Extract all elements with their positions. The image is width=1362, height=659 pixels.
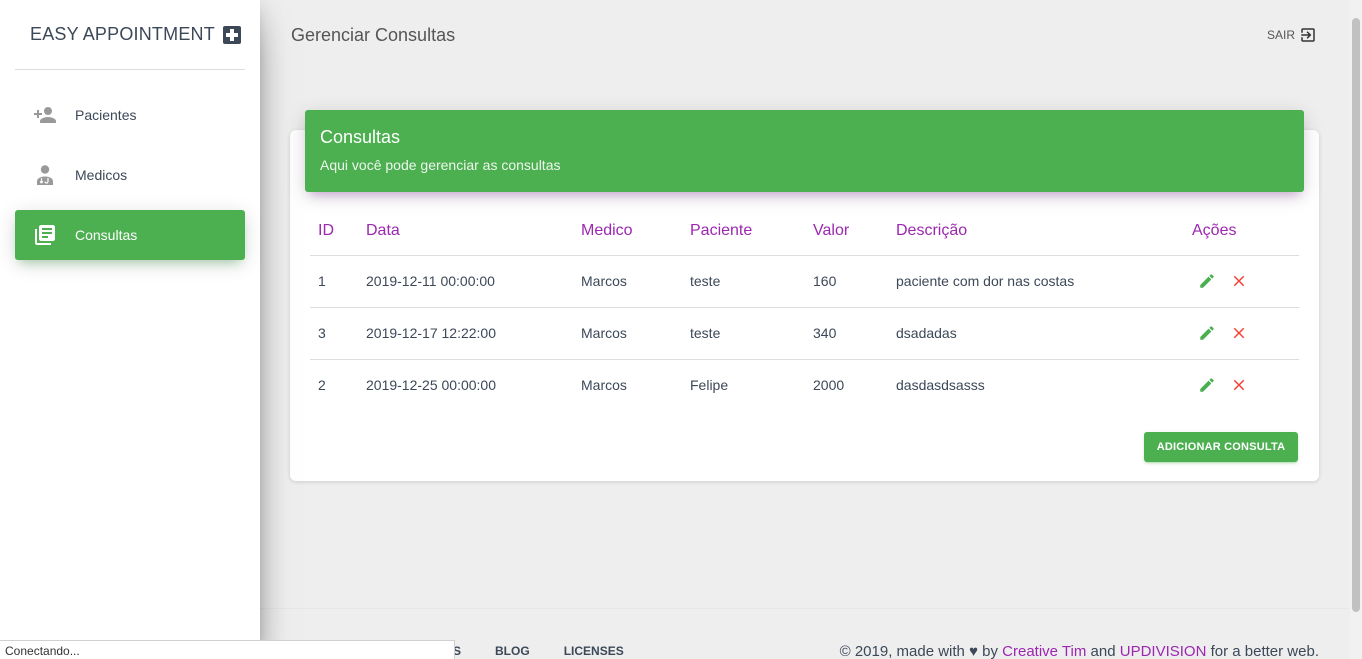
column-header-id: ID bbox=[310, 208, 358, 256]
cell-paciente: Felipe bbox=[690, 377, 729, 394]
cell-data: 2019-12-17 12:22:00 bbox=[358, 307, 573, 360]
copyright-and: and bbox=[1090, 643, 1116, 659]
column-header-medico: Medico bbox=[573, 208, 682, 256]
card-title: Consultas bbox=[320, 127, 401, 147]
cell-descricao: paciente com dor nas costas bbox=[888, 255, 1184, 308]
page-scrollbar[interactable] bbox=[1350, 0, 1362, 659]
add-consulta-button[interactable]: ADICIONAR CONSULTA bbox=[1144, 432, 1298, 462]
column-header-paciente: Paciente bbox=[682, 208, 805, 256]
doctor-icon bbox=[33, 163, 57, 187]
card-subtitle: Aqui você pode gerenciar as consultas bbox=[320, 157, 561, 173]
scrollbar-thumb[interactable] bbox=[1352, 18, 1360, 612]
cell-medico: Marcos bbox=[573, 307, 682, 360]
column-header-acoes: Ações bbox=[1184, 208, 1299, 256]
card-header: Consultas Aqui você pode gerenciar as co… bbox=[305, 110, 1304, 192]
cell-data: 2019-12-25 00:00:00 bbox=[366, 377, 496, 394]
page-title: Gerenciar Consultas bbox=[291, 25, 456, 45]
cell-paciente: teste bbox=[682, 255, 805, 308]
library-books-icon bbox=[33, 223, 57, 247]
exit-to-app-icon bbox=[1301, 28, 1315, 42]
sidebar: EASY APPOINTMENT Pacientes Medicos Consu… bbox=[0, 0, 260, 659]
footer-links: S BLOG LICENSES bbox=[453, 644, 624, 658]
copyright-by: by bbox=[982, 643, 998, 659]
column-header-data: Data bbox=[358, 208, 573, 256]
table-row: 3 2019-12-17 12:22:00 Marcos teste 340 d… bbox=[310, 307, 1299, 360]
brand-title: EASY APPOINTMENT bbox=[30, 24, 215, 44]
creative-tim-link[interactable]: Creative Tim bbox=[1002, 643, 1086, 659]
edit-icon[interactable] bbox=[1198, 324, 1216, 342]
cell-valor: 340 bbox=[805, 307, 888, 360]
column-header-valor: Valor bbox=[805, 208, 888, 256]
copyright: © 2019, made with ♥ by Creative Tim and … bbox=[840, 643, 1319, 659]
table-row: 1 2019-12-11 00:00:00 Marcos teste 160 p… bbox=[310, 255, 1299, 308]
copyright-suffix: for a better web. bbox=[1210, 643, 1319, 659]
cell-medico: Marcos bbox=[573, 255, 682, 308]
delete-icon[interactable] bbox=[1230, 272, 1248, 290]
cell-descricao: dasdasdsasss bbox=[896, 377, 985, 394]
cell-id: 2 bbox=[318, 377, 326, 394]
footer-link-blog[interactable]: BLOG bbox=[495, 644, 530, 658]
column-header-descricao: Descrição bbox=[888, 208, 1184, 256]
edit-icon[interactable] bbox=[1198, 272, 1216, 290]
logout-label: SAIR bbox=[1267, 28, 1296, 42]
footer-link-licenses[interactable]: LICENSES bbox=[564, 644, 624, 658]
updivision-link[interactable]: UPDIVISION bbox=[1120, 643, 1207, 659]
delete-icon[interactable] bbox=[1230, 324, 1248, 342]
cell-paciente: teste bbox=[682, 307, 805, 360]
sidebar-item-label: Pacientes bbox=[75, 107, 137, 123]
person-add-icon bbox=[33, 103, 57, 127]
cell-id: 3 bbox=[310, 307, 358, 360]
delete-icon[interactable] bbox=[1230, 376, 1248, 394]
cell-actions bbox=[1184, 255, 1299, 308]
sidebar-item-label: Medicos bbox=[75, 167, 128, 183]
logout-button[interactable]: SAIR bbox=[1267, 26, 1317, 44]
browser-status-bar: Conectando... bbox=[0, 640, 455, 659]
cell-actions bbox=[1184, 359, 1299, 411]
heart-icon: ♥ bbox=[969, 643, 978, 659]
cell-id: 1 bbox=[310, 255, 358, 308]
consultas-table: ID Data Medico Paciente Valor Descrição … bbox=[310, 208, 1299, 411]
sidebar-item-pacientes[interactable]: Pacientes bbox=[15, 90, 245, 140]
cell-valor: 2000 bbox=[813, 377, 845, 394]
medical-cross-icon bbox=[222, 25, 241, 44]
sidebar-item-medicos[interactable]: Medicos bbox=[15, 150, 245, 200]
table-row: 2 2019-12-25 00:00:00 Marcos Felipe 2000… bbox=[310, 359, 1299, 411]
cell-actions bbox=[1184, 307, 1299, 360]
cell-data: 2019-12-11 00:00:00 bbox=[358, 255, 573, 308]
copyright-prefix: © 2019, made with bbox=[839, 643, 965, 659]
cell-valor: 160 bbox=[805, 255, 888, 308]
cell-descricao: dsadadas bbox=[888, 307, 1184, 360]
brand[interactable]: EASY APPOINTMENT bbox=[15, 0, 245, 70]
sidebar-item-consultas[interactable]: Consultas bbox=[15, 210, 245, 260]
cell-medico: Marcos bbox=[581, 377, 627, 394]
sidebar-nav: Pacientes Medicos Consultas bbox=[0, 90, 260, 260]
sidebar-item-label: Consultas bbox=[75, 227, 138, 243]
edit-icon[interactable] bbox=[1198, 376, 1216, 394]
table-header-row: ID Data Medico Paciente Valor Descrição … bbox=[310, 208, 1299, 256]
